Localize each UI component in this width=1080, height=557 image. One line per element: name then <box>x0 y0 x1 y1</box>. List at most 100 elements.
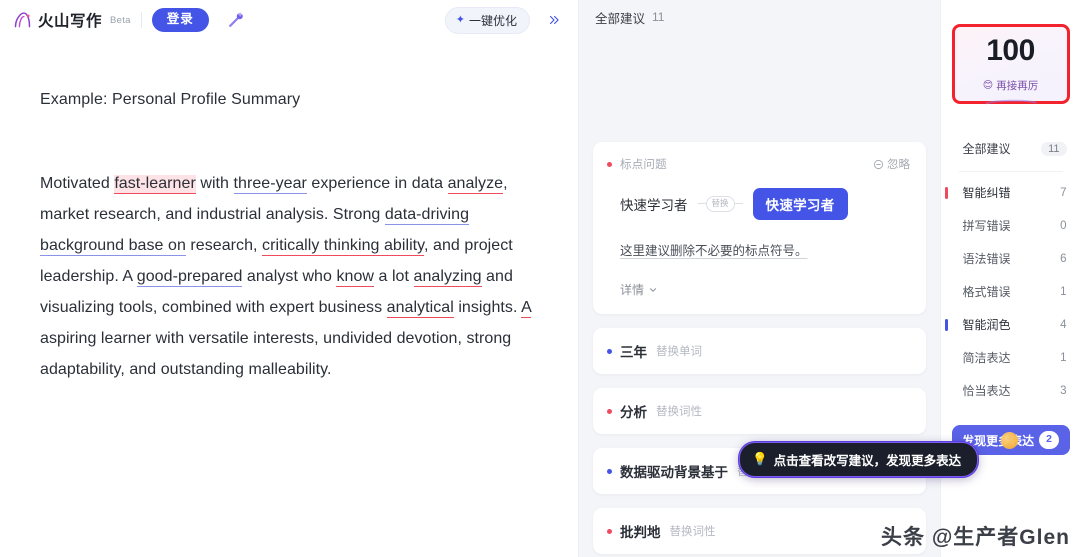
suggestions-column: 全部建议 11 标点问题 忽略 快速学习者 替换 快速学习者 这里建议删除不必要… <box>578 0 979 557</box>
sidebar-item-6[interactable]: 简洁表达 1 <box>941 341 1080 374</box>
sidebar-item-0[interactable]: 全部建议 11 <box>941 132 1080 165</box>
optimize-label: 一键优化 <box>468 13 517 28</box>
score-caption-text: 再接再厉 <box>996 79 1039 92</box>
sidebar-item-3[interactable]: 语法错误 6 <box>941 242 1080 275</box>
sidebar-item-count: 1 <box>1060 351 1067 364</box>
sidebar-item-indicator <box>944 318 948 331</box>
text-mark-polish[interactable]: good-prepared <box>136 268 243 287</box>
top-bar: 火山写作 Beta 登录 ✦ 一键优化 <box>0 0 578 40</box>
text-mark-error-active[interactable]: fast-learner <box>114 175 196 194</box>
text-mark-error[interactable]: analyze <box>447 175 504 194</box>
suggestions-scroll[interactable]: 标点问题 忽略 快速学习者 替换 快速学习者 这里建议删除不必要的标点符号。 详… <box>579 34 940 557</box>
suggestion-row[interactable]: 分析 替换词性 <box>593 388 926 434</box>
sidebar-item-count: 6 <box>1060 252 1067 265</box>
text-mark-error[interactable]: analyzing <box>413 268 482 287</box>
collapse-panel-button[interactable] <box>540 7 568 33</box>
text-mark-error[interactable]: A <box>521 299 531 318</box>
detail-label: 详情 <box>620 283 645 297</box>
suggestions-header: 全部建议 11 <box>579 0 940 34</box>
ignore-label: 忽略 <box>887 159 910 171</box>
score-caption: 😊 再接再厉 <box>983 78 1038 93</box>
sidebar-item-2[interactable]: 拼写错误 0 <box>941 209 1080 242</box>
replace-pill-label: 替换 <box>705 196 735 212</box>
sidebar-item-count: 11 <box>1041 141 1067 156</box>
sidebar-item-1[interactable]: 智能纠错 7 <box>941 176 1080 209</box>
suggestion-card-expanded[interactable]: 标点问题 忽略 快速学习者 替换 快速学习者 这里建议删除不必要的标点符号。 详… <box>593 142 926 314</box>
text-mark-error[interactable]: critically thinking ability <box>262 237 425 256</box>
app-root: 火山写作 Beta 登录 ✦ 一键优化 Example: Personal Pr… <box>0 0 1080 557</box>
smile-emoji-icon: 😊 <box>982 79 994 91</box>
text-run: analyst who <box>242 268 337 285</box>
sidebar-item-7[interactable]: 恰当表达 3 <box>941 374 1080 407</box>
replace-arrow-indicator: 替换 <box>697 196 743 212</box>
sidebar-item-5[interactable]: 智能润色 4 <box>941 308 1080 341</box>
suggestion-row-dot <box>607 468 612 474</box>
suggestion-detail-toggle[interactable]: 详情 <box>607 281 910 298</box>
suggestion-row-word: 批判地 <box>620 525 661 540</box>
sidebar-item-count: 1 <box>1060 285 1067 298</box>
score-card: 100 😊 再接再厉 <box>951 24 1070 105</box>
suggestion-row-dot <box>607 348 612 354</box>
suggestion-row-tag: 替换词性 <box>669 526 716 538</box>
document-area[interactable]: Example: Personal Profile Summary Motiva… <box>0 40 578 557</box>
brand-logo[interactable]: 火山写作 Beta <box>12 9 131 31</box>
tooltip-text: 点击查看改写建议，发现更多表达 <box>773 454 962 468</box>
sidebar-item-label: 简洁表达 <box>962 351 1011 365</box>
sidebar-item-label: 格式错误 <box>962 285 1011 299</box>
suggestions-header-count: 11 <box>652 10 665 24</box>
chevron-down-icon <box>650 287 657 292</box>
text-run: experience in data <box>306 175 448 192</box>
score-value: 100 <box>986 33 1035 67</box>
suggestion-row[interactable]: 批判地 替换词性 <box>593 508 926 554</box>
text-run: with <box>195 175 234 192</box>
replacement-row: 快速学习者 替换 快速学习者 <box>607 188 910 220</box>
ignore-button[interactable]: 忽略 <box>873 156 910 172</box>
suggestion-row[interactable]: 三年 替换单词 <box>593 328 926 374</box>
brand-name: 火山写作 <box>38 13 103 30</box>
one-click-optimize-button[interactable]: ✦ 一键优化 <box>444 6 530 34</box>
lightbulb-icon: 💡 <box>752 452 768 466</box>
sidebar-item-label: 语法错误 <box>962 252 1011 266</box>
sidebar-item-label: 智能纠错 <box>962 186 1011 200</box>
document-body[interactable]: Motivated fast-learner with three-year e… <box>40 168 536 385</box>
discover-badge: 2 <box>1039 431 1059 449</box>
text-run: a lot <box>374 268 414 285</box>
sidebar-item-count: 7 <box>1060 186 1067 199</box>
toolbar-divider <box>140 12 142 28</box>
circle-minus-icon <box>873 159 884 169</box>
sidebar-item-count: 0 <box>1060 219 1067 232</box>
magic-wand-icon[interactable] <box>223 7 249 33</box>
text-run: aspiring learner with versatile interest… <box>40 330 512 378</box>
document-title: Example: Personal Profile Summary <box>40 91 301 108</box>
text-mark-error[interactable]: analytical <box>386 299 454 318</box>
suggestion-type-label: 标点问题 <box>620 159 667 171</box>
suggestion-card-header: 标点问题 忽略 <box>607 156 910 172</box>
login-button[interactable]: 登录 <box>151 8 209 32</box>
text-mark-polish[interactable]: three-year <box>233 175 307 194</box>
text-run: Motivated <box>40 175 115 192</box>
sidebar-item-label: 智能润色 <box>962 318 1011 332</box>
suggestion-row-dot <box>607 528 612 534</box>
suggestion-type-dot <box>607 161 612 167</box>
suggestion-row-word: 分析 <box>620 405 647 420</box>
volcano-logo-icon <box>12 10 33 31</box>
suggestion-row-tag: 替换词性 <box>656 406 702 418</box>
sidebar-item-count: 3 <box>1060 384 1067 397</box>
watermark: 头条 @生产者Glen <box>881 526 1070 549</box>
suggestion-row-list: 三年替换单词分析替换词性数据驱动背景基于替换单词批判地替换词性 <box>593 328 926 554</box>
suggestion-row-word: 三年 <box>620 345 647 360</box>
suggestion-explanation: 这里建议删除不必要的标点符号。 <box>620 244 808 258</box>
sidebar-item-indicator <box>944 186 948 199</box>
sidebar-divider <box>958 171 1063 172</box>
replacement-apply-button[interactable]: 快速学习者 <box>752 188 848 220</box>
discover-glow-decoration <box>1000 432 1018 449</box>
sparkle-icon: ✦ <box>455 13 465 26</box>
top-bar-actions: ✦ 一键优化 <box>444 6 568 34</box>
score-underline-decoration <box>985 99 1036 105</box>
rewrite-hint-tooltip: 💡 点击查看改写建议，发现更多表达 <box>739 442 979 477</box>
sidebar-item-4[interactable]: 格式错误 1 <box>941 275 1080 308</box>
suggestion-row-dot <box>607 408 612 414</box>
sidebar-category-list: 全部建议 11 智能纠错 7 拼写错误 0 语法错误 6 格式错误 1 智能润色 4 简洁表达 1 恰当表达… <box>941 132 1080 407</box>
text-mark-error[interactable]: know <box>336 268 375 287</box>
text-run: research, <box>185 237 263 254</box>
